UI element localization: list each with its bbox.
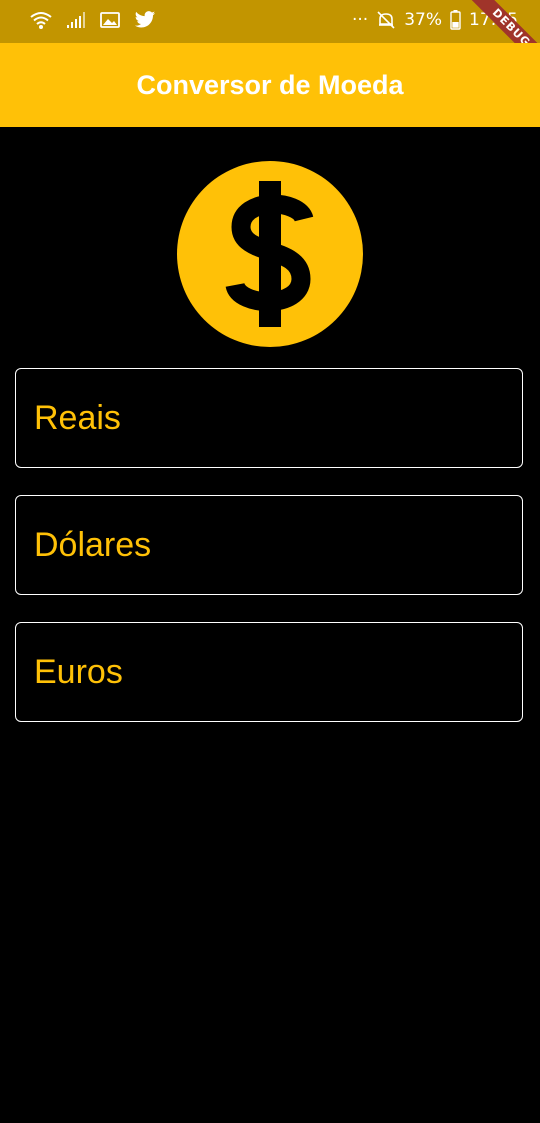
wifi-icon bbox=[30, 10, 52, 30]
reais-field[interactable]: Reais bbox=[15, 368, 523, 468]
image-icon bbox=[100, 11, 120, 29]
euros-field[interactable]: Euros bbox=[15, 622, 523, 722]
page-title: Conversor de Moeda bbox=[136, 69, 404, 100]
dolares-field[interactable]: Dólares bbox=[15, 495, 523, 595]
more-indicator: ··· bbox=[351, 10, 369, 30]
euros-field-label: Euros bbox=[34, 652, 123, 691]
status-left-icons bbox=[30, 10, 156, 30]
dolares-field-label: Dólares bbox=[34, 525, 152, 564]
signal-icon bbox=[66, 11, 86, 29]
dollar-coin-icon bbox=[177, 161, 363, 347]
reais-field-label: Reais bbox=[34, 398, 121, 437]
mute-icon bbox=[376, 10, 396, 30]
status-bar: ··· 37% 17:35 bbox=[0, 0, 540, 43]
battery-percent: 37% bbox=[404, 10, 442, 30]
twitter-icon bbox=[134, 10, 156, 30]
battery-icon bbox=[450, 10, 461, 30]
app-bar: Conversor de Moeda bbox=[0, 43, 540, 127]
status-right-icons: ··· 37% 17:35 bbox=[352, 10, 518, 30]
status-time: 17:35 bbox=[469, 10, 518, 30]
